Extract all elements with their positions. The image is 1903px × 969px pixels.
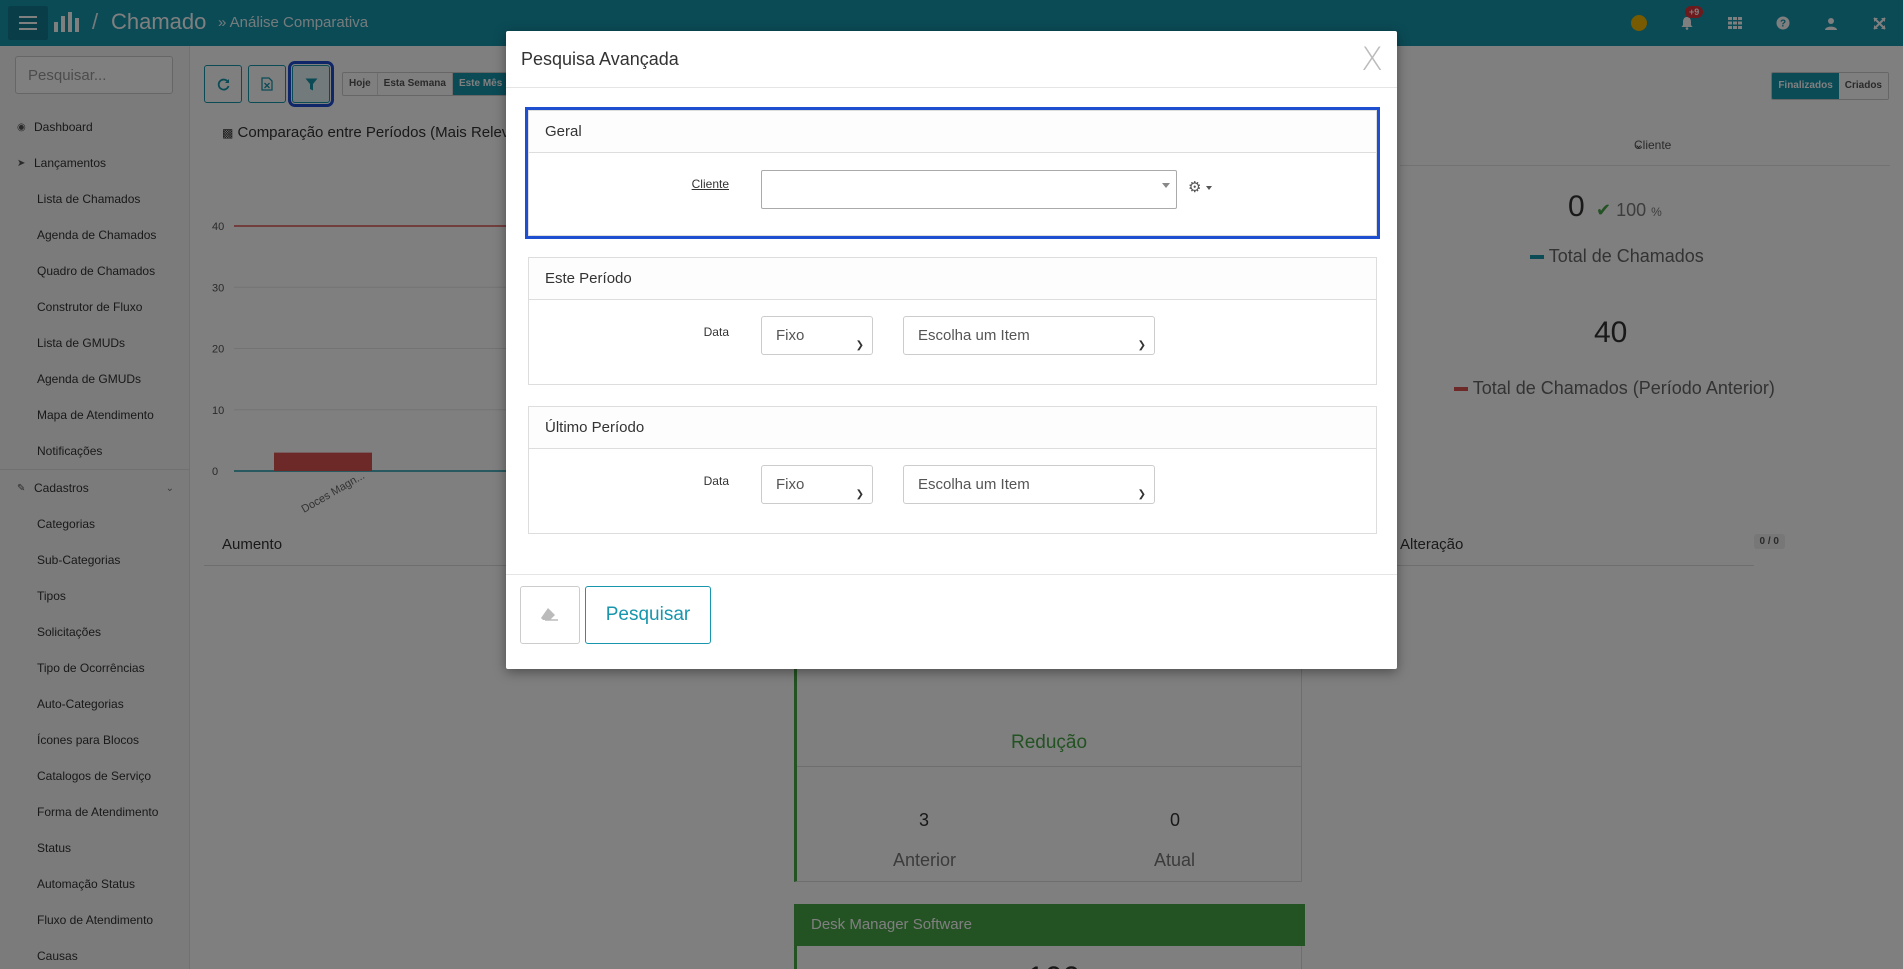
item-placeholder: Escolha um Item [918,476,1030,493]
data-label: Data [703,325,729,339]
mode-value: Fixo [776,327,805,344]
ultimo-periodo-item-select[interactable]: Escolha um Item ❯ [903,465,1155,504]
close-button[interactable]: X [1361,40,1383,78]
eraser-icon [541,608,558,621]
chevron-down-icon: ❯ [855,340,864,351]
geral-section: Geral Cliente ⚙ [525,107,1380,239]
modal-footer: Pesquisar [506,574,1397,669]
ultimo-periodo-section: Último Período Data Fixo ❯ Escolha um It… [528,406,1377,534]
gear-icon[interactable]: ⚙ [1188,178,1201,196]
caret-down-icon [1206,186,1212,190]
geral-legend: Geral [529,111,1376,153]
search-button[interactable]: Pesquisar [585,586,711,644]
data-label: Data [703,474,729,488]
item-placeholder: Escolha um Item [918,327,1030,344]
modal-title: Pesquisa Avançada [521,49,679,69]
clear-filters-button[interactable] [520,586,580,644]
este-periodo-section: Este Período Data Fixo ❯ Escolha um Item… [528,257,1377,385]
ultimo-periodo-mode-select[interactable]: Fixo ❯ [761,465,873,504]
este-periodo-item-select[interactable]: Escolha um Item ❯ [903,316,1155,355]
ultimo-periodo-legend: Último Período [529,407,1376,449]
este-periodo-legend: Este Período [529,258,1376,300]
cliente-label[interactable]: Cliente [529,177,729,191]
chevron-down-icon: ❯ [1137,489,1146,500]
dropdown-arrow-icon [1162,183,1170,188]
este-periodo-mode-select[interactable]: Fixo ❯ [761,316,873,355]
advanced-search-modal: Pesquisa Avançada X Geral Cliente ⚙ Este… [506,31,1397,669]
chevron-down-icon: ❯ [1137,340,1146,351]
modal-header: Pesquisa Avançada X [506,31,1397,88]
mode-value: Fixo [776,476,805,493]
chevron-down-icon: ❯ [855,489,864,500]
cliente-select[interactable] [761,170,1177,209]
